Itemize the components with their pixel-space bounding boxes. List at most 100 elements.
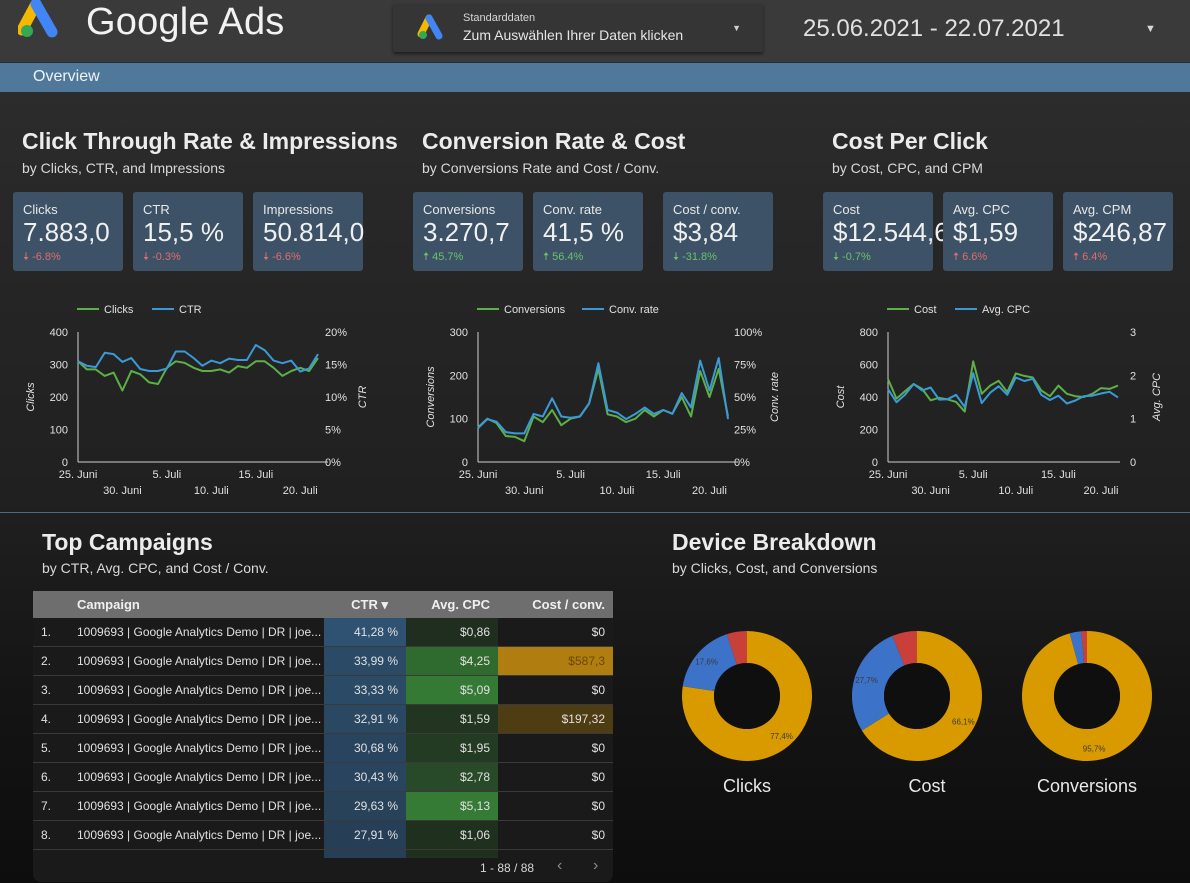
- scorecard-value: 7.883,0: [23, 217, 110, 247]
- y2-tick-label: 50%: [734, 392, 756, 404]
- donut-hole: [714, 663, 780, 729]
- arrow-down-icon: 🠇: [23, 251, 30, 263]
- scorecard-avg-cpm: Avg. CPM $246,87 🠅 6.4%: [1063, 192, 1173, 271]
- campaign-name: 1009693 | Google Analytics Demo | DR | j…: [77, 828, 322, 842]
- x-tick-label: 30. Juni: [505, 485, 544, 497]
- legend-label[interactable]: Cost: [914, 304, 937, 316]
- line-chart-cost-cpc: Cost Avg. CPC 0 200 400 600 800 0 1 2 3 Cost Avg. CP…: [835, 304, 1163, 497]
- y2-tick-label: 1: [1130, 414, 1136, 426]
- section-subtitle-ctr: by Clicks, CTR, and Impressions: [22, 160, 226, 176]
- legend-label[interactable]: Conv. rate: [609, 304, 659, 316]
- y-axis-label: Clicks: [25, 382, 37, 412]
- scorecard-label: Avg. CPC: [953, 202, 1010, 217]
- table-header: Campaign CTR ▾ Avg. CPC Cost / conv.: [33, 591, 613, 618]
- table-row[interactable]: 2. 1009693 | Google Analytics Demo | DR |…: [33, 647, 613, 676]
- table-row[interactable]: 4. 1009693 | Google Analytics Demo | DR |…: [33, 705, 613, 734]
- scorecard-value: $3,84: [673, 217, 739, 247]
- series-line-avg-cpc[interactable]: [887, 372, 1119, 408]
- legend-label[interactable]: Clicks: [104, 304, 134, 316]
- x-tick-label: 25. Juni: [59, 469, 98, 481]
- chart-ctr-impressions: Clicks CTR 0 100 200 300 400 0% 5% 10% 15% 20% Click…: [10, 290, 380, 505]
- table-row[interactable]: 7. 1009693 | Google Analytics Demo | DR |…: [33, 792, 613, 821]
- y-tick-label: 100: [50, 425, 68, 437]
- next-page-button[interactable]: ›: [593, 857, 598, 875]
- brand-title: Google Ads: [86, 1, 285, 43]
- chevron-down-icon[interactable]: ▼: [732, 23, 741, 33]
- y-tick-label: 400: [50, 327, 68, 339]
- scorecard-ctr: CTR 15,5 % 🠇 -0.3%: [133, 192, 243, 271]
- x-tick-label: 25. Juni: [459, 469, 498, 481]
- donut-hole: [884, 663, 950, 729]
- arrow-up-icon: 🠅: [1073, 251, 1080, 263]
- y2-tick-label: 5%: [325, 425, 341, 437]
- series-line-cost[interactable]: [887, 360, 1119, 413]
- y-tick-label: 200: [860, 425, 878, 437]
- y-tick-label: 300: [50, 360, 68, 372]
- scorecard-delta-value: 56.4%: [552, 251, 584, 263]
- data-source-selector[interactable]: Standarddaten Zum Auswählen Ihrer Daten …: [393, 4, 763, 52]
- prev-page-button[interactable]: ‹: [557, 857, 562, 875]
- line-chart-clicks-ctr: Clicks CTR 0 100 200 300 400 0% 5% 10% 15% 20% Click…: [25, 304, 369, 497]
- y2-tick-label: 0%: [734, 457, 750, 469]
- table-row[interactable]: 6. 1009693 | Google Analytics Demo | DR |…: [33, 763, 613, 792]
- tab-overview[interactable]: Overview: [33, 68, 100, 86]
- arrow-up-icon: 🠅: [543, 251, 550, 263]
- row-index: 5.: [41, 741, 52, 755]
- section-divider: [0, 512, 1190, 513]
- table-row[interactable]: 8. 1009693 | Google Analytics Demo | DR |…: [33, 821, 613, 850]
- donut-clicks: 77,4% 17,6%: [682, 631, 812, 761]
- y2-axis-label: CTR: [357, 386, 369, 409]
- section-title-cpc: Cost Per Click: [832, 128, 988, 154]
- y2-tick-label: 0%: [325, 457, 341, 469]
- pie-slice-label: 27,7%: [855, 676, 878, 685]
- y2-axis-label: Conv. rate: [769, 372, 781, 422]
- cost-conv-cell: $0: [498, 763, 613, 791]
- x-tick-label: 10. Juli: [998, 485, 1033, 497]
- table-row[interactable]: 1. 1009693 | Google Analytics Demo | DR |…: [33, 618, 613, 647]
- cost-conv-cell: $0: [498, 676, 613, 704]
- column-header-cost-conv[interactable]: Cost / conv.: [498, 597, 613, 612]
- y2-tick-label: 75%: [734, 360, 756, 372]
- campaign-name: 1009693 | Google Analytics Demo | DR | j…: [77, 712, 322, 726]
- column-header-ctr[interactable]: CTR ▾: [324, 597, 406, 613]
- row-index: 4.: [41, 712, 52, 726]
- google-ads-small-icon: [417, 14, 443, 40]
- scorecard-delta: 🠅 6.4%: [1073, 248, 1107, 267]
- section-subtitle-device: by Clicks, Cost, and Conversions: [672, 560, 878, 576]
- legend-label[interactable]: Conversions: [504, 304, 566, 316]
- chevron-down-icon[interactable]: ▼: [1145, 23, 1156, 35]
- table-row[interactable]: 5. 1009693 | Google Analytics Demo | DR |…: [33, 734, 613, 763]
- y-tick-label: 400: [860, 392, 878, 404]
- column-header-avg-cpc[interactable]: Avg. CPC: [406, 597, 498, 612]
- y2-tick-label: 2: [1130, 370, 1136, 382]
- chart-cost-per-click: Cost Avg. CPC 0 200 400 600 800 0 1 2 3 Cost Avg. CP…: [820, 290, 1190, 505]
- column-header-campaign[interactable]: Campaign: [77, 597, 140, 612]
- scorecard-conversions: Conversions 3.270,7 🠅 45.7%: [413, 192, 523, 271]
- ctr-cell: 33,99 %: [324, 647, 406, 675]
- y2-tick-label: 10%: [325, 392, 347, 404]
- date-range-picker[interactable]: 25.06.2021 - 22.07.2021: [803, 15, 1065, 43]
- y-tick-label: 200: [450, 370, 468, 382]
- scorecard-delta: 🠅 56.4%: [543, 248, 583, 267]
- table-row[interactable]: 3. 1009693 | Google Analytics Demo | DR |…: [33, 676, 613, 705]
- avg-cpc-cell: $2,78: [406, 763, 498, 791]
- row-index: 7.: [41, 799, 52, 813]
- page-nav: Overview: [0, 63, 1190, 92]
- donut-title-conversions: Conversions: [1036, 776, 1138, 796]
- x-tick-label: 15. Juli: [1041, 469, 1076, 481]
- data-source-label: Standarddaten: [463, 12, 536, 24]
- campaigns-table: Campaign CTR ▾ Avg. CPC Cost / conv. 1. 1…: [33, 591, 613, 882]
- scorecard-cost-conv: Cost / conv. $3,84 🠇 -31.8%: [663, 192, 773, 271]
- scorecard-impressions: Impressions 50.814,0 🠇 -6.6%: [253, 192, 364, 271]
- ctr-cell: 30,68 %: [324, 734, 406, 762]
- section-title-conv: Conversion Rate & Cost: [422, 128, 686, 154]
- legend-label[interactable]: Avg. CPC: [982, 304, 1030, 316]
- x-tick-label: 25. Juni: [869, 469, 908, 481]
- legend-label[interactable]: CTR: [179, 304, 202, 316]
- scorecard-label: CTR: [143, 202, 170, 217]
- series-line-ctr[interactable]: [77, 344, 319, 373]
- row-index: 1.: [41, 625, 52, 639]
- donut-cost: 66,1% 27,7%: [852, 631, 982, 761]
- y-tick-label: 100: [450, 414, 468, 426]
- scorecard-delta: 🠇 -0.3%: [143, 248, 181, 267]
